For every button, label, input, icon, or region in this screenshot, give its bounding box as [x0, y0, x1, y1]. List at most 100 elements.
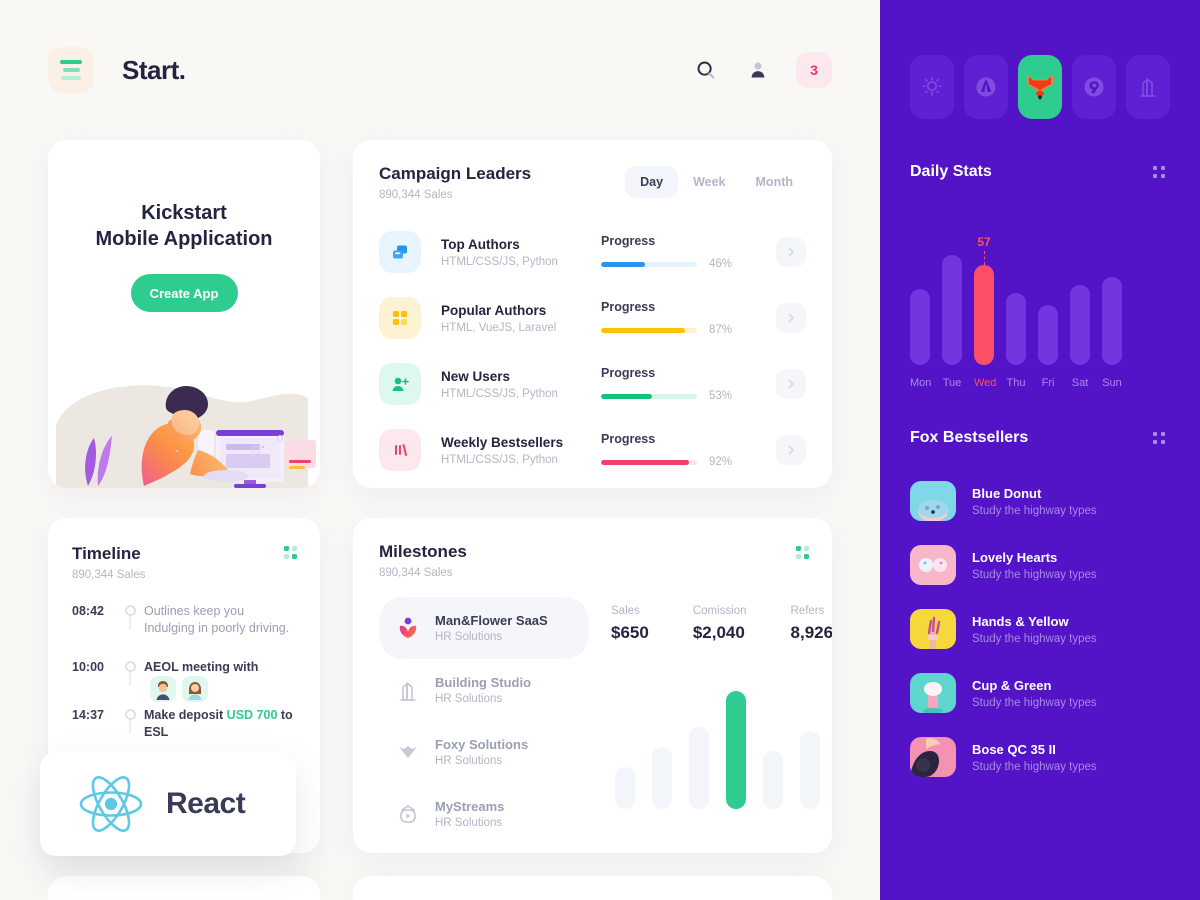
timeline-options-button[interactable] [284, 546, 298, 559]
campaign-name: Popular Authors [441, 302, 547, 318]
campaign-tech: HTML, VueJS, Laravel [441, 321, 557, 334]
app-tile-fox[interactable] [1018, 55, 1062, 119]
bestseller-name: Hands & Yellow [972, 613, 1069, 629]
campaign-row[interactable]: New Users HTML/CSS/JS, Python Progress 5… [379, 351, 806, 417]
milestone-row[interactable]: Man&Flower SaaS HR Solutions [379, 597, 589, 659]
window-stack-icon [379, 231, 421, 273]
kickstart-title: Kickstart Mobile Application [48, 200, 320, 252]
milestone-stats: Sales $650 Comission $2,040 Refers 8,926 [611, 597, 832, 643]
timeline-dot [124, 605, 136, 616]
user-plus-icon [379, 363, 421, 405]
timeline-row[interactable]: 10:00 AEOL meeting with [72, 659, 296, 707]
milestone-name: Building Studio [435, 675, 532, 690]
app-tile-nine[interactable] [1072, 55, 1116, 119]
app-tile-arch[interactable] [964, 55, 1008, 119]
content-columns: Kickstart Mobile Application Create App [0, 140, 880, 853]
daily-tick: Sun [1102, 377, 1122, 389]
milestone-row[interactable]: Building Studio HR Solutions [379, 659, 589, 721]
top-actions: 3 [692, 52, 832, 88]
timeline-row[interactable]: 14:37 Make deposit USD 700 to ESL [72, 707, 296, 755]
progress-track [601, 327, 697, 333]
progress-bar-wrap: 46% [601, 258, 776, 270]
create-app-button[interactable]: Create App [130, 274, 238, 312]
timeline-text: AEOL meeting with [144, 660, 259, 674]
progress-bar-wrap: 53% [601, 390, 776, 402]
bestseller-row[interactable]: Blue Donut Study the highway types [910, 469, 1170, 533]
react-floating-card[interactable]: React [40, 752, 296, 856]
bestseller-text: Blue Donut Study the highway types [972, 486, 1097, 517]
campaign-progress: Progress 92% [601, 432, 776, 468]
app-tile-lightbulb[interactable] [910, 55, 954, 119]
milestone-sub: HR Solutions [435, 631, 503, 643]
daily-bar [910, 289, 930, 365]
bottom-card-right-peek[interactable] [353, 876, 832, 900]
timeline-text-wrap: AEOL meeting with [144, 659, 296, 702]
grid-squares-icon [379, 297, 421, 339]
milestone-bar [763, 751, 783, 809]
arch-icon [976, 77, 996, 97]
notification-badge[interactable]: 3 [796, 52, 832, 88]
timeline-time: 14:37 [72, 708, 104, 722]
campaign-progress: Progress 46% [601, 234, 776, 270]
range-toggle: Day Week Month [625, 166, 808, 198]
milestone-text: MyStreams HR Solutions [435, 799, 504, 829]
campaign-row[interactable]: Weekly Bestsellers HTML/CSS/JS, Python P… [379, 417, 806, 483]
fox-chevron-icon [393, 740, 423, 764]
daily-peak-line [984, 251, 985, 265]
progress-percent: 46% [709, 258, 733, 270]
campaign-row[interactable]: Popular Authors HTML, VueJS, Laravel Pro… [379, 285, 806, 351]
kickstart-title-line2: Mobile Application [95, 228, 273, 250]
menu-logo-button[interactable] [48, 47, 94, 93]
milestone-row[interactable]: MyStreams HR Solutions [379, 783, 589, 845]
bestseller-row[interactable]: Cup & Green Study the highway types [910, 661, 1170, 725]
chevron-right-icon[interactable] [776, 237, 806, 267]
user-icon[interactable] [744, 56, 772, 84]
stat-label: Refers [790, 605, 825, 617]
bestseller-sub: Study the highway types [972, 696, 1097, 709]
dashboard-root: Start. 3 Kickstart Mobile Application Cr… [0, 0, 1200, 900]
daily-bar [942, 255, 962, 365]
timeline-row[interactable]: 08:42 Outlines keep you Indulging in poo… [72, 603, 296, 659]
daily-bar-col [942, 255, 962, 365]
bestseller-row[interactable]: Bose QC 35 II Study the highway types [910, 725, 1170, 789]
search-icon[interactable] [692, 56, 720, 84]
app-tile-building[interactable] [1126, 55, 1170, 119]
daily-bar-col [1102, 277, 1122, 365]
main-area: Start. 3 Kickstart Mobile Application Cr… [0, 0, 880, 900]
campaign-text: Popular Authors HTML, VueJS, Laravel [441, 303, 601, 334]
bestseller-row[interactable]: Hands & Yellow Study the highway types [910, 597, 1170, 661]
range-day-button[interactable]: Day [625, 166, 679, 198]
app-switcher [910, 0, 1170, 119]
campaign-text: Top Authors HTML/CSS/JS, Python [441, 237, 601, 268]
milestone-row[interactable]: Foxy Solutions HR Solutions [379, 721, 589, 783]
bestseller-name: Bose QC 35 II [972, 741, 1056, 757]
timeline-connector [129, 719, 131, 734]
milestones-options-button[interactable] [796, 546, 810, 559]
range-month-button[interactable]: Month [741, 166, 808, 198]
chevron-right-icon[interactable] [776, 435, 806, 465]
timeline-node [116, 659, 144, 686]
menu-line-3 [61, 76, 81, 80]
stat-value: $650 [611, 623, 649, 642]
bestsellers-options-button[interactable] [1148, 427, 1170, 449]
progress-track [601, 261, 697, 267]
progress-fill [601, 393, 652, 399]
tv-icon [393, 802, 423, 826]
campaign-row[interactable]: Top Authors HTML/CSS/JS, Python Progress… [379, 219, 806, 285]
menu-line-2 [62, 68, 80, 72]
progress-fill [601, 327, 685, 333]
bestseller-thumbnail [910, 673, 956, 713]
range-week-button[interactable]: Week [678, 166, 740, 198]
bottom-card-left-peek[interactable] [48, 876, 320, 900]
campaign-progress: Progress 87% [601, 300, 776, 336]
chevron-right-icon[interactable] [776, 303, 806, 333]
avatar [150, 676, 176, 702]
stat-label: Comission [692, 605, 747, 617]
bestseller-row[interactable]: Lovely Hearts Study the highway types [910, 533, 1170, 597]
progress-percent: 53% [709, 390, 733, 402]
timeline-avatars [150, 676, 208, 702]
chevron-right-icon[interactable] [776, 369, 806, 399]
progress-label: Progress [601, 366, 656, 380]
daily-stats-options-button[interactable] [1148, 161, 1170, 183]
milestone-text: Foxy Solutions HR Solutions [435, 737, 528, 767]
